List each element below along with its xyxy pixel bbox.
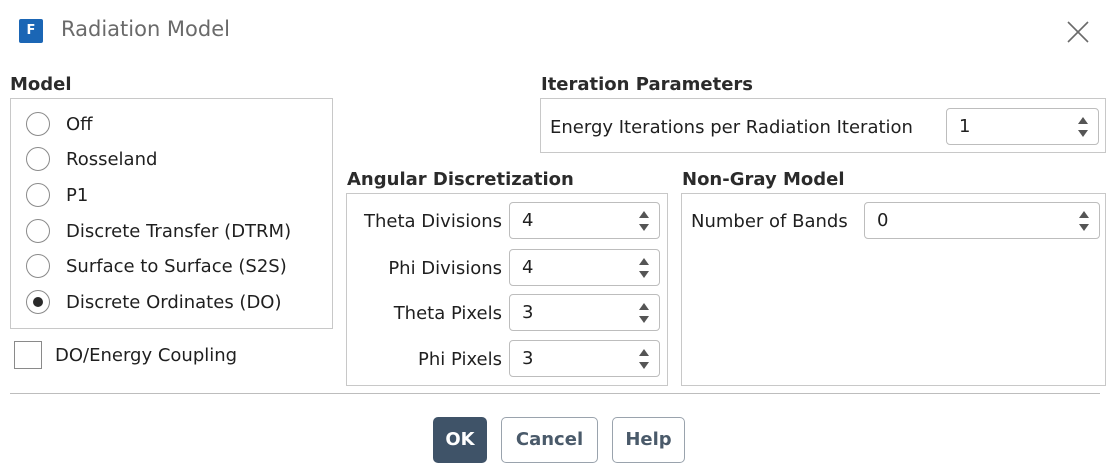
- radio-button-dtrm[interactable]: [26, 219, 50, 243]
- radio-button-s2s[interactable]: [26, 254, 50, 278]
- phi-divisions-spinner[interactable]: 4: [509, 249, 660, 286]
- spinner-arrows-icon[interactable]: [637, 345, 651, 373]
- radio-off[interactable]: Off: [26, 109, 93, 139]
- radio-button-off[interactable]: [26, 112, 50, 136]
- theta-pixels-value: 3: [522, 302, 534, 323]
- spinner-arrows-icon[interactable]: [637, 299, 651, 327]
- energy-iterations-value: 1: [959, 116, 971, 137]
- radio-label-p1: P1: [66, 184, 89, 206]
- theta-divisions-spinner[interactable]: 4: [509, 202, 660, 239]
- phi-pixels-spinner[interactable]: 3: [509, 340, 660, 377]
- number-of-bands-value: 0: [877, 210, 889, 231]
- radio-button-rosseland[interactable]: [26, 147, 50, 171]
- phi-divisions-value: 4: [522, 257, 534, 278]
- radio-dtrm[interactable]: Discrete Transfer (DTRM): [26, 216, 291, 246]
- radio-p1[interactable]: P1: [26, 180, 88, 210]
- number-of-bands-spinner[interactable]: 0: [864, 202, 1100, 239]
- radio-label-rosseland: Rosseland: [66, 148, 158, 170]
- phi-divisions-label: Phi Divisions: [388, 258, 502, 279]
- window-title: Radiation Model: [61, 17, 230, 41]
- radio-do[interactable]: Discrete Ordinates (DO): [26, 287, 282, 317]
- phi-pixels-value: 3: [522, 348, 534, 369]
- energy-iterations-spinner[interactable]: 1: [946, 108, 1099, 145]
- radio-label-s2s: Surface to Surface (S2S): [66, 255, 287, 277]
- number-of-bands-label: Number of Bands: [691, 211, 848, 232]
- help-button[interactable]: Help: [612, 417, 685, 463]
- spinner-arrows-icon[interactable]: [637, 254, 651, 282]
- theta-divisions-value: 4: [522, 210, 534, 231]
- fluent-app-icon: F: [19, 19, 43, 43]
- spinner-arrows-icon[interactable]: [1077, 207, 1091, 235]
- theta-divisions-label: Theta Divisions: [364, 211, 502, 232]
- model-group-title: Model: [10, 74, 72, 95]
- theta-pixels-spinner[interactable]: 3: [509, 294, 660, 331]
- footer-separator: [10, 393, 1100, 394]
- ok-button[interactable]: OK: [433, 417, 487, 463]
- title-bar: F Radiation Model: [0, 0, 1108, 64]
- do-energy-coupling-label: DO/Energy Coupling: [55, 345, 238, 366]
- angular-group-title: Angular Discretization: [347, 169, 574, 190]
- radio-s2s[interactable]: Surface to Surface (S2S): [26, 251, 287, 281]
- radio-label-off: Off: [66, 113, 93, 135]
- spinner-arrows-icon[interactable]: [1076, 113, 1090, 141]
- nongray-group-title: Non-Gray Model: [682, 169, 845, 190]
- radio-button-do[interactable]: [26, 290, 50, 314]
- radio-label-dtrm: Discrete Transfer (DTRM): [66, 220, 292, 242]
- radio-label-do: Discrete Ordinates (DO): [66, 291, 282, 313]
- theta-pixels-label: Theta Pixels: [393, 303, 502, 324]
- energy-iterations-label: Energy Iterations per Radiation Iteratio…: [550, 117, 913, 138]
- cancel-button[interactable]: Cancel: [501, 417, 598, 463]
- close-icon[interactable]: [1064, 18, 1092, 46]
- phi-pixels-label: Phi Pixels: [418, 349, 502, 370]
- do-energy-coupling-checkbox[interactable]: [14, 341, 42, 369]
- iteration-group-title: Iteration Parameters: [541, 74, 754, 95]
- spinner-arrows-icon[interactable]: [637, 207, 651, 235]
- radio-button-p1[interactable]: [26, 183, 50, 207]
- radio-rosseland[interactable]: Rosseland: [26, 144, 157, 174]
